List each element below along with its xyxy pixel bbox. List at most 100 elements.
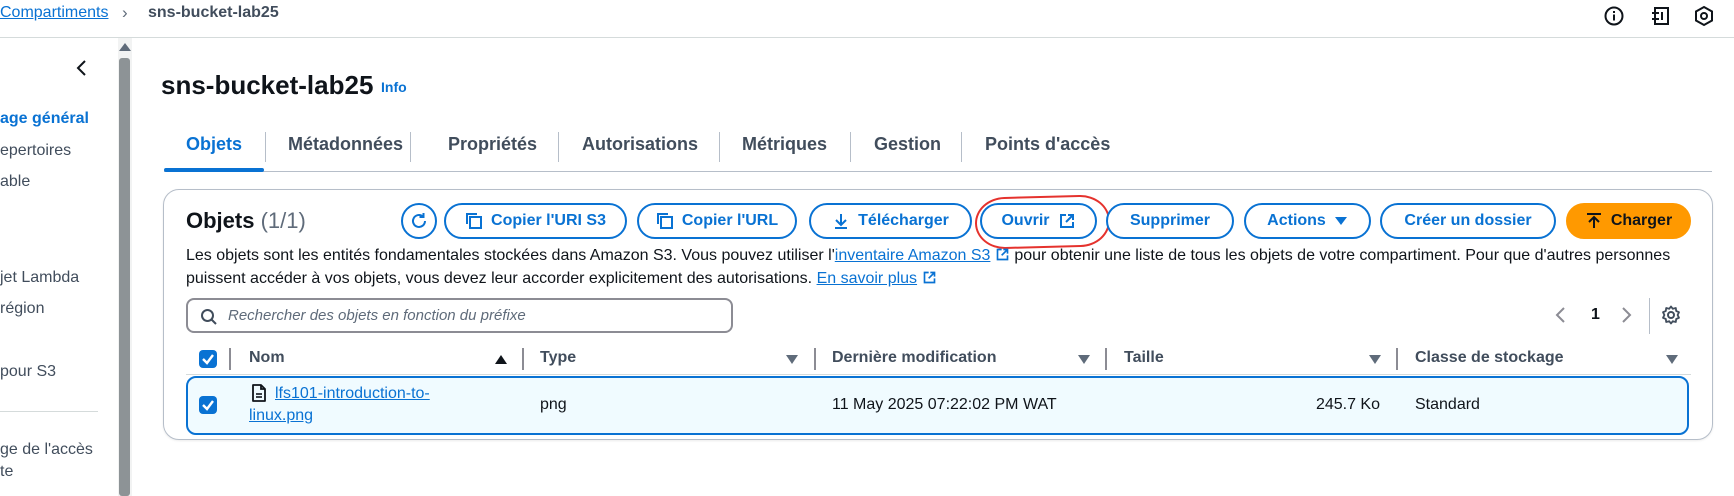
sidebar-divider: [0, 411, 98, 412]
upload-icon: [1586, 213, 1601, 228]
column-header-name[interactable]: Nom: [249, 349, 285, 367]
sort-toggle-icon[interactable]: [786, 355, 798, 364]
actions-dropdown-button[interactable]: Actions: [1244, 203, 1371, 239]
sort-ascending-icon[interactable]: [495, 355, 507, 364]
learn-more-link-label: En savoir plus: [816, 270, 918, 287]
objects-title-text: Objets: [186, 208, 255, 233]
tab-metadonnees[interactable]: Métadonnées: [288, 134, 403, 155]
tab-gestion[interactable]: Gestion: [874, 134, 941, 155]
sidebar: age général epertoires able jet Lambda r…: [0, 38, 118, 496]
sort-toggle-icon[interactable]: [1369, 355, 1381, 364]
tab-separator: [558, 132, 559, 162]
copy-icon: [656, 213, 673, 229]
pagination-divider: [1649, 298, 1650, 334]
object-name-link[interactable]: lfs101-introduction-to-linux.png: [249, 383, 469, 427]
active-tab-indicator: [164, 168, 264, 172]
column-separator: [1396, 348, 1398, 370]
delete-label: Supprimer: [1129, 212, 1210, 229]
tab-separator: [961, 132, 962, 162]
create-folder-button[interactable]: Créer un dossier: [1380, 203, 1556, 239]
page-title: sns-bucket-lab25: [161, 70, 374, 100]
checkmark-icon: [202, 400, 214, 411]
sort-toggle-icon[interactable]: [1078, 355, 1090, 364]
notifications-panel-icon[interactable]: [1650, 5, 1672, 27]
copy-s3-uri-button[interactable]: Copier l'URI S3: [444, 203, 627, 239]
tab-metriques[interactable]: Métriques: [742, 134, 827, 155]
info-circle-icon[interactable]: [1603, 5, 1625, 27]
upload-button[interactable]: Charger: [1566, 203, 1691, 239]
object-last-modified: 11 May 2025 07:22:02 PM WAT: [832, 396, 1057, 413]
external-link-icon: [996, 248, 1009, 261]
download-icon: [835, 214, 848, 229]
copy-icon: [466, 213, 483, 229]
chevron-left-icon[interactable]: [1554, 305, 1568, 325]
chevron-left-icon[interactable]: [72, 58, 92, 78]
select-all-checkbox[interactable]: [199, 350, 217, 368]
breadcrumb-separator: ›: [122, 3, 128, 22]
sort-toggle-icon[interactable]: [1666, 355, 1678, 364]
tab-separator: [410, 132, 411, 162]
sidebar-item-access[interactable]: ge de l'accès: [0, 441, 93, 459]
delete-button[interactable]: Supprimer: [1106, 203, 1234, 239]
prefix-search-box: [186, 298, 733, 333]
sidebar-item-directories[interactable]: epertoires: [0, 142, 71, 160]
top-bar: Compartiments › sns-bucket-lab25: [0, 0, 1734, 38]
current-page-number[interactable]: 1: [1591, 306, 1600, 324]
column-header-size[interactable]: Taille: [1124, 349, 1164, 367]
sidebar-item-table[interactable]: able: [0, 173, 30, 191]
sidebar-item-te[interactable]: te: [0, 463, 13, 481]
actions-label: Actions: [1267, 212, 1326, 229]
object-size: 245.7 Ko: [1315, 396, 1380, 413]
column-header-type[interactable]: Type: [540, 349, 576, 367]
breadcrumb-current: sns-bucket-lab25: [148, 4, 279, 21]
info-link[interactable]: Info: [381, 79, 407, 95]
copy-s3-uri-label: Copier l'URI S3: [491, 212, 606, 229]
column-header-last-modified[interactable]: Dernière modification: [832, 349, 996, 367]
objects-panel-title: Objets (1/1): [186, 208, 306, 234]
settings-hexagon-icon[interactable]: [1693, 5, 1715, 27]
checkmark-icon: [202, 354, 214, 365]
s3-inventory-link[interactable]: inventaire Amazon S3: [835, 247, 991, 264]
refresh-icon: [412, 213, 426, 228]
download-button[interactable]: Télécharger: [809, 203, 972, 239]
open-button[interactable]: Ouvrir: [980, 203, 1097, 239]
scroll-up-arrow-icon[interactable]: [119, 43, 131, 51]
copy-url-button[interactable]: Copier l'URL: [637, 203, 797, 239]
prefix-search-input[interactable]: [228, 300, 723, 331]
tab-separator: [850, 132, 851, 162]
column-separator: [814, 348, 816, 370]
sidebar-item-s3[interactable]: pour S3: [0, 363, 56, 381]
upload-label: Charger: [1610, 212, 1673, 229]
tab-bar: Objets Métadonnées Propriétés Autorisati…: [164, 124, 1712, 172]
row-checkbox[interactable]: [199, 396, 217, 414]
refresh-button[interactable]: [401, 203, 437, 239]
learn-more-link[interactable]: En savoir plus: [817, 270, 918, 287]
sidebar-item-lambda[interactable]: jet Lambda: [0, 269, 79, 287]
breadcrumb-compartiments-link[interactable]: Compartiments: [0, 4, 108, 22]
tab-autorisations[interactable]: Autorisations: [582, 134, 698, 155]
table-header-divider: [186, 374, 1691, 375]
column-header-storage-class[interactable]: Classe de stockage: [1415, 349, 1564, 367]
chevron-right-icon[interactable]: [1619, 305, 1633, 325]
column-separator: [229, 348, 231, 370]
tab-points-acces[interactable]: Points d'accès: [985, 134, 1110, 155]
create-folder-label: Créer un dossier: [1404, 212, 1532, 229]
copy-url-label: Copier l'URL: [681, 212, 779, 229]
objects-description: Les objets sont les entités fondamentale…: [186, 244, 1686, 290]
sidebar-scrollbar-thumb[interactable]: [119, 58, 130, 496]
tab-objets[interactable]: Objets: [186, 134, 242, 155]
object-storage-class: Standard: [1415, 396, 1480, 413]
sidebar-item-region[interactable]: région: [0, 300, 44, 318]
sidebar-item-general[interactable]: age général: [0, 110, 89, 128]
column-separator: [522, 348, 524, 370]
tab-proprietes[interactable]: Propriétés: [448, 134, 537, 155]
external-link-icon: [1059, 214, 1074, 228]
gear-icon[interactable]: [1661, 305, 1681, 325]
tab-separator: [719, 132, 720, 162]
external-link-icon: [923, 271, 935, 284]
tab-separator: [265, 132, 266, 162]
download-label: Télécharger: [858, 212, 949, 229]
column-separator: [1105, 348, 1107, 370]
search-icon: [201, 309, 217, 325]
open-label: Ouvrir: [1001, 212, 1050, 229]
